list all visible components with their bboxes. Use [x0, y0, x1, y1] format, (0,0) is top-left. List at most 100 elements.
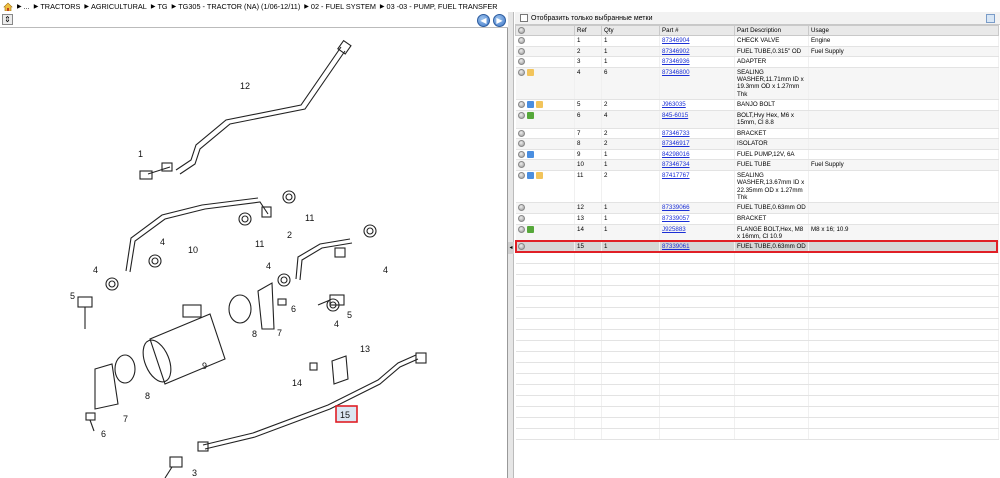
- show-selected-only-checkbox[interactable]: [520, 14, 528, 22]
- part-number-cell: 87346733: [659, 128, 735, 140]
- ref-cell: 15: [574, 241, 602, 253]
- col-qty[interactable]: Qty: [601, 25, 660, 36]
- part-number-link[interactable]: 87346733: [662, 130, 690, 137]
- crumb-3[interactable]: ▶ TG: [151, 2, 168, 11]
- qty-cell: 1: [601, 159, 660, 171]
- table-row[interactable]: info 7287346733 BRACKET: [515, 128, 999, 140]
- green-icon[interactable]: green: [526, 225, 534, 233]
- info-icon[interactable]: info: [517, 150, 525, 158]
- part-number-link[interactable]: 87346734: [662, 161, 690, 168]
- previous-page-button[interactable]: ◀: [477, 14, 490, 27]
- col-part-number[interactable]: Part #: [659, 25, 735, 36]
- part-number-link[interactable]: J925883: [662, 226, 686, 233]
- table-row[interactable]: infonote4687346800SEALING WASHER,11.71mm…: [515, 67, 999, 101]
- ref-cell: 11: [574, 170, 602, 204]
- table-row[interactable]: infoswapnote52J963035BANJO BOLT: [515, 99, 999, 111]
- crumb-1[interactable]: ▶ TRACTORS: [34, 2, 81, 11]
- table-row[interactable]: info 13187339057 BRACKET: [515, 213, 999, 225]
- row-icons: infoswapnote: [515, 99, 575, 111]
- qty-cell: 1: [601, 35, 660, 47]
- part-number-cell: J963035: [659, 99, 735, 111]
- col-ref[interactable]: Ref: [574, 25, 602, 36]
- part-number-cell: 87339057: [659, 213, 735, 225]
- row-icons: infogreen: [515, 224, 575, 243]
- info-icon: [518, 26, 525, 34]
- swap-icon[interactable]: swap: [526, 150, 534, 158]
- crumb-0[interactable]: ▶...: [17, 2, 30, 11]
- info-icon[interactable]: info: [517, 101, 525, 109]
- info-icon[interactable]: info: [517, 68, 525, 76]
- collapse-icon[interactable]: ◂: [508, 242, 514, 254]
- empty-row: [515, 373, 999, 385]
- next-page-button[interactable]: ▶: [493, 14, 506, 27]
- table-row[interactable]: infogreen141J925883FLANGE BOLT,Hex, M8 x…: [515, 224, 999, 243]
- part-number-link[interactable]: 87346902: [662, 48, 690, 55]
- callout-3: 3: [192, 468, 197, 478]
- table-row[interactable]: info1187346904CHECK VALVEEngine: [515, 35, 999, 47]
- crumb-4[interactable]: ▶ TG305 - TRACTOR (NA) (1/06-12/11): [172, 2, 301, 11]
- qty-cell: 1: [601, 149, 660, 161]
- qty-cell: 1: [601, 202, 660, 214]
- part-number-link[interactable]: 87346904: [662, 37, 690, 44]
- diagram-pane: ⇕ ◀ ▶ 12 1 11 11 10 2 4 4 4 4 4 5 5 6 6 …: [0, 12, 508, 478]
- info-icon[interactable]: info: [517, 243, 525, 251]
- info-icon[interactable]: info: [517, 171, 525, 179]
- info-icon[interactable]: info: [517, 111, 525, 119]
- note-icon[interactable]: note: [535, 171, 543, 179]
- table-row[interactable]: info 8287346917 ISOLATOR: [515, 138, 999, 150]
- part-number-link[interactable]: 87346936: [662, 58, 690, 65]
- table-row[interactable]: infoswapnote11287417767SEALING WASHER,13…: [515, 170, 999, 204]
- home-icon[interactable]: [3, 2, 13, 11]
- part-number-link[interactable]: 87346800: [662, 69, 690, 76]
- callout-4b: 4: [93, 265, 98, 275]
- info-icon[interactable]: info: [517, 47, 525, 55]
- crumb-2[interactable]: ▶ AGRICULTURAL: [84, 2, 146, 11]
- empty-row: [515, 285, 999, 297]
- part-number-link[interactable]: 87346917: [662, 140, 690, 147]
- info-icon[interactable]: info: [517, 37, 525, 44]
- col-usage[interactable]: Usage: [808, 25, 999, 36]
- qty-cell: 1: [601, 224, 660, 243]
- part-number-link[interactable]: 84298016: [662, 151, 690, 158]
- part-number-link[interactable]: 845-6015: [662, 112, 688, 119]
- callout-15[interactable]: 15: [340, 410, 350, 420]
- part-number-link[interactable]: J963035: [662, 101, 686, 108]
- exploded-parts-diagram[interactable]: 12 1 11 11 10 2 4 4 4 4 4 5 5 6 6 7 7 8 …: [0, 29, 508, 478]
- qty-cell: 1: [601, 213, 660, 225]
- info-icon[interactable]: info: [517, 58, 525, 66]
- col-description[interactable]: Part Description: [734, 25, 809, 36]
- part-number-link[interactable]: 87339061: [662, 243, 690, 250]
- usage-cell: [808, 56, 999, 68]
- info-icon[interactable]: info: [517, 225, 525, 233]
- table-row[interactable]: info 15187339061 FUEL TUBE,0.63mm OD: [515, 241, 999, 253]
- note-icon[interactable]: note: [535, 101, 543, 109]
- info-icon[interactable]: info: [517, 204, 525, 212]
- part-number-link[interactable]: 87339066: [662, 204, 690, 211]
- part-number-cell: 87339066: [659, 202, 735, 214]
- note-icon[interactable]: note: [526, 68, 534, 76]
- table-row[interactable]: infogreen64845-6015BOLT,Hvy Hex, M6 x 15…: [515, 110, 999, 129]
- export-icon[interactable]: [986, 13, 995, 23]
- table-row[interactable]: info 12187339066 FUEL TUBE,0.63mm OD: [515, 202, 999, 214]
- part-number-link[interactable]: 87339057: [662, 215, 690, 222]
- crumb-6[interactable]: ▶ 03 -03 - PUMP, FUEL TRANSFER: [380, 2, 498, 11]
- swap-icon[interactable]: swap: [526, 171, 534, 179]
- crumb-5[interactable]: ▶ 02 - FUEL SYSTEM: [304, 2, 376, 11]
- info-icon[interactable]: info: [517, 214, 525, 222]
- info-icon[interactable]: info: [517, 129, 525, 137]
- part-number-link[interactable]: 87417767: [662, 172, 690, 179]
- table-row[interactable]: infoswap9184298016FUEL PUMP,12V, 6A: [515, 149, 999, 161]
- table-row[interactable]: info 10187346734 FUEL TUBEFuel Supply: [515, 159, 999, 171]
- info-icon[interactable]: info: [517, 161, 525, 169]
- info-icon[interactable]: info: [517, 140, 525, 148]
- table-row[interactable]: info 3187346936 ADAPTER: [515, 56, 999, 68]
- callout-4a: 4: [160, 237, 165, 247]
- table-row[interactable]: info 2187346902 FUEL TUBE,0.315" ODFuel Su…: [515, 46, 999, 58]
- pane-splitter[interactable]: ◂: [508, 12, 514, 478]
- fit-icon[interactable]: ⇕: [2, 14, 13, 25]
- green-icon[interactable]: green: [526, 111, 534, 119]
- callout-6b: 6: [101, 429, 106, 439]
- empty-row: [515, 274, 999, 286]
- usage-cell: [808, 202, 999, 214]
- swap-icon[interactable]: swap: [526, 101, 534, 109]
